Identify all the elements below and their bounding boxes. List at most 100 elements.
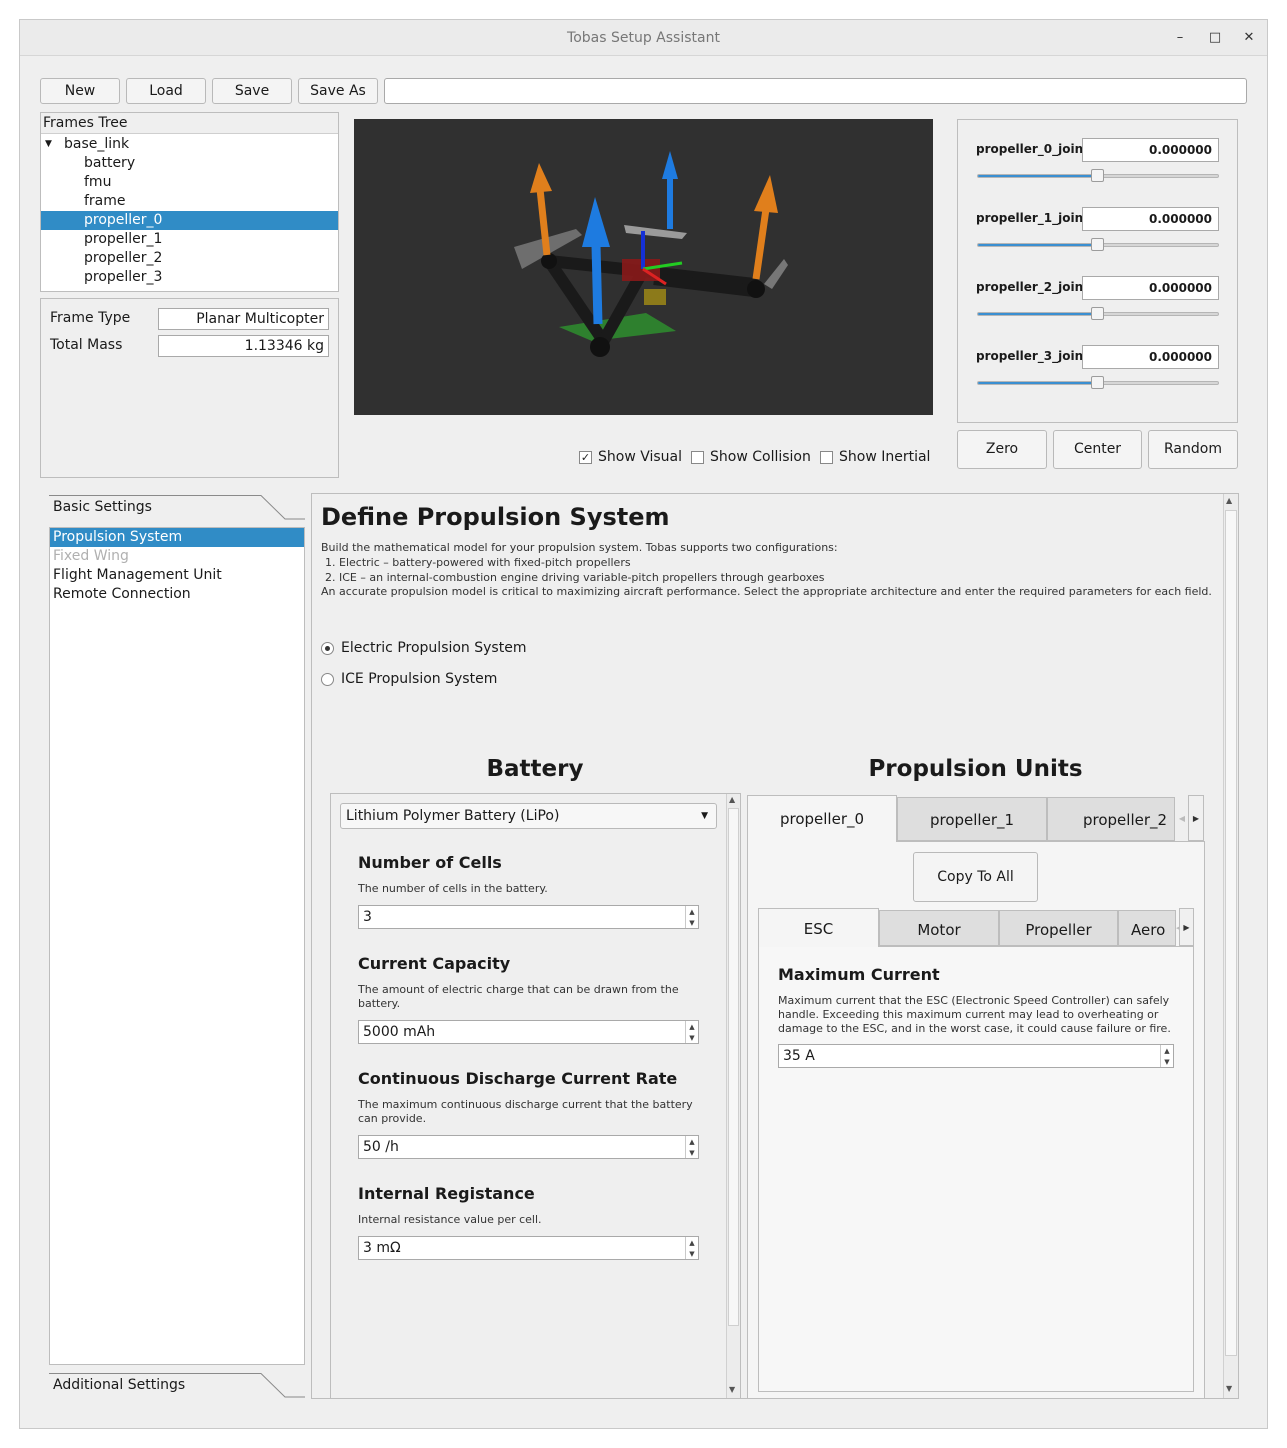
subtab-scroll-right-icon[interactable]: ▶ [1179,908,1194,946]
max-current-spinbox[interactable]: 35 A ▲ ▼ [778,1044,1174,1068]
page-scrollbar[interactable]: ▲ ▼ [1223,494,1238,1398]
tree-item-battery[interactable]: battery [84,154,135,173]
save-as-button[interactable]: Save As [298,78,378,104]
scrollbar-thumb[interactable] [1225,510,1237,1356]
frame-info-panel: Frame Type Planar Multicopter Total Mass… [40,298,339,478]
show-inertial-label: Show Inertial [839,449,931,465]
nav-item-remote-connection[interactable]: Remote Connection [53,585,191,604]
tab-propeller-2[interactable]: propeller_2 [1047,797,1175,841]
joint-value-field[interactable]: 0.000000 [1082,207,1219,231]
total-mass-value: 1.13346 kg [158,335,329,357]
load-button[interactable]: Load [126,78,206,104]
tree-item-frame[interactable]: frame [84,192,126,211]
joint-value-field[interactable]: 0.000000 [1082,345,1219,369]
maximize-icon[interactable]: □ [1205,28,1225,48]
robot-3d-viewer[interactable] [354,119,933,415]
tab-aero[interactable]: Aero [1118,910,1176,946]
additional-settings-tab[interactable]: Additional Settings [53,1377,185,1393]
tree-item-propeller-2[interactable]: propeller_2 [84,249,162,268]
capacity-title: Current Capacity [358,954,511,973]
slider-handle[interactable] [1091,376,1104,389]
show-visual-checkbox[interactable]: ✓ [579,451,592,464]
stepper-arrows-icon[interactable]: ▲ ▼ [685,1021,698,1043]
stepper-arrows-icon[interactable]: ▲ ▼ [685,906,698,928]
battery-type-dropdown[interactable]: Lithium Polymer Battery (LiPo) ▼ [340,803,717,829]
slider-handle[interactable] [1091,169,1104,182]
zero-button[interactable]: Zero [957,430,1047,469]
tree-item-propeller-0[interactable]: propeller_0 [41,211,338,230]
tab-propeller-0[interactable]: propeller_0 [747,795,897,842]
joint-label: propeller_1_joint [976,211,1089,225]
joint-label: propeller_2_joint [976,280,1089,294]
electric-radio-label: Electric Propulsion System [341,640,527,656]
show-visual-label: Show Visual [598,449,683,465]
tab-esc[interactable]: ESC [758,908,879,947]
settings-nav-list: Propulsion System Fixed Wing Flight Mana… [49,527,305,1365]
show-collision-label: Show Collision [710,449,811,465]
random-button[interactable]: Random [1148,430,1238,469]
slider-handle[interactable] [1091,307,1104,320]
center-button[interactable]: Center [1053,430,1142,469]
show-inertial-checkbox[interactable] [820,451,833,464]
collapse-arrow-icon[interactable]: ▼ [45,135,57,154]
discharge-title: Continuous Discharge Current Rate [358,1069,678,1088]
scrollbar-thumb[interactable] [728,808,739,1326]
max-current-desc-line-1: Maximum current that the ESC (Electronic… [778,994,1170,1007]
total-mass-label: Total Mass [50,337,123,353]
battery-type-value: Lithium Polymer Battery (LiPo) [346,808,560,824]
max-current-desc-line-3: damage to the ESC, and in the worst case… [778,1022,1171,1035]
tree-item-propeller-3[interactable]: propeller_3 [84,268,162,287]
basic-settings-tab[interactable]: Basic Settings [53,499,152,515]
tab-propeller-1[interactable]: propeller_1 [897,797,1047,841]
discharge-value: 50 /h [363,1139,399,1155]
joint-value-field[interactable]: 0.000000 [1082,276,1219,300]
nav-item-propulsion-system[interactable]: Propulsion System [50,528,304,547]
drone-model-render [514,151,788,357]
show-collision-checkbox[interactable] [691,451,704,464]
nav-item-flight-management-unit[interactable]: Flight Management Unit [53,566,222,585]
tab-motor[interactable]: Motor [879,910,999,946]
capacity-spinbox[interactable]: 5000 mAh ▲ ▼ [358,1020,699,1044]
cells-desc: The number of cells in the battery. [358,882,548,895]
max-current-title: Maximum Current [778,965,940,984]
electric-radio[interactable] [321,642,334,655]
save-button[interactable]: Save [212,78,292,104]
max-current-value: 35 A [783,1048,815,1064]
resistance-spinbox[interactable]: 3 mΩ ▲ ▼ [358,1236,699,1260]
cells-title: Number of Cells [358,853,502,872]
cells-spinbox[interactable]: 3 ▲ ▼ [358,905,699,929]
copy-to-all-button[interactable]: Copy To All [913,852,1038,902]
slider-handle[interactable] [1091,238,1104,251]
resistance-desc: Internal resistance value per cell. [358,1213,542,1226]
tree-item-fmu[interactable]: fmu [84,173,111,192]
resistance-title: Internal Registance [358,1184,535,1203]
frames-tree-header: Frames Tree [41,113,338,134]
new-button[interactable]: New [40,78,120,104]
stepper-arrows-icon[interactable]: ▲ ▼ [1160,1045,1173,1067]
tree-item-base-link[interactable]: base_link [64,135,129,154]
capacity-desc-line-2: battery. [358,997,401,1010]
joint-label: propeller_3_joint [976,349,1089,363]
minimize-icon[interactable]: – [1170,28,1190,48]
tab-propeller[interactable]: Propeller [999,910,1118,946]
ice-radio[interactable] [321,673,334,686]
discharge-spinbox[interactable]: 50 /h ▲ ▼ [358,1135,699,1159]
frame-type-value: Planar Multicopter [158,308,329,330]
discharge-desc-line-2: can provide. [358,1112,427,1125]
tab-scroll-right-icon[interactable]: ▶ [1188,795,1204,841]
joint-value-field[interactable]: 0.000000 [1082,138,1219,162]
title-bar[interactable]: Tobas Setup Assistant – □ ✕ [20,20,1267,56]
joint-label: propeller_0_joint [976,142,1089,156]
tree-item-propeller-1[interactable]: propeller_1 [84,230,162,249]
file-path-field[interactable] [384,78,1247,104]
close-icon[interactable]: ✕ [1239,28,1259,48]
frames-tree: Frames Tree ▼ base_link battery fmu fram… [40,112,339,292]
tab-scroll-left-icon[interactable]: ◀ [1176,797,1188,841]
max-current-desc-line-2: handle. Exceeding this maximum current m… [778,1008,1159,1021]
battery-scrollbar[interactable]: ▲ ▼ [726,794,740,1398]
battery-header: Battery [486,756,584,782]
ice-radio-label: ICE Propulsion System [341,671,498,687]
nav-item-fixed-wing: Fixed Wing [53,548,129,564]
stepper-arrows-icon[interactable]: ▲ ▼ [685,1237,698,1259]
stepper-arrows-icon[interactable]: ▲ ▼ [685,1136,698,1158]
